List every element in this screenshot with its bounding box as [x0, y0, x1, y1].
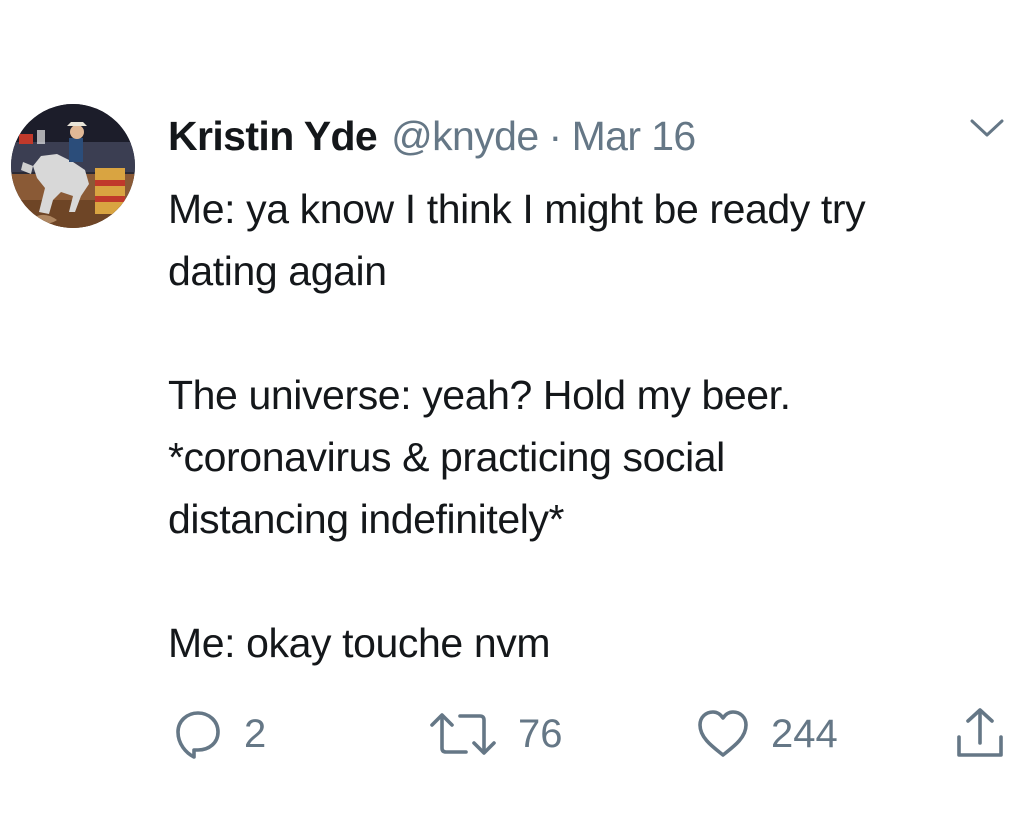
tweet-text-line: Me: ya know I think I might be ready try — [168, 186, 866, 232]
retweet-count: 76 — [518, 711, 563, 756]
tweet-text-line: dating again — [168, 248, 387, 294]
retweet-icon — [428, 708, 498, 760]
retweet-button[interactable]: 76 — [428, 706, 563, 762]
tweet-text-line: The universe: yeah? Hold my beer. — [168, 372, 791, 418]
header-separator: · — [548, 112, 563, 159]
share-button[interactable] — [954, 706, 1006, 762]
tweet-text-line: Me: okay touche nvm — [168, 620, 551, 666]
chevron-down-icon[interactable] — [969, 116, 1005, 140]
tweet-date[interactable]: Mar 16 — [572, 113, 697, 160]
tweet-header: Kristin Yde @knyde · Mar 16 — [168, 110, 696, 162]
author-handle[interactable]: @knyde — [391, 113, 539, 160]
like-count: 244 — [771, 711, 838, 756]
reply-button[interactable]: 2 — [172, 706, 266, 762]
heart-icon — [695, 708, 751, 760]
reply-count: 2 — [244, 711, 267, 756]
avatar-photo — [11, 104, 135, 228]
author-display-name[interactable]: Kristin Yde — [168, 113, 378, 160]
tweet-actions: 2 76 244 — [0, 706, 1024, 762]
tweet-text-line — [168, 302, 1008, 364]
tweet-text: Me: ya know I think I might be ready try… — [168, 178, 1008, 674]
tweet-text-line — [168, 550, 1008, 612]
like-button[interactable]: 244 — [695, 706, 838, 762]
share-icon — [954, 707, 1006, 761]
tweet-text-line: *coronavirus & practicing social — [168, 434, 725, 480]
reply-bubble-icon — [172, 708, 224, 760]
tweet-text-line: distancing indefinitely* — [168, 496, 565, 542]
avatar[interactable] — [11, 104, 135, 228]
